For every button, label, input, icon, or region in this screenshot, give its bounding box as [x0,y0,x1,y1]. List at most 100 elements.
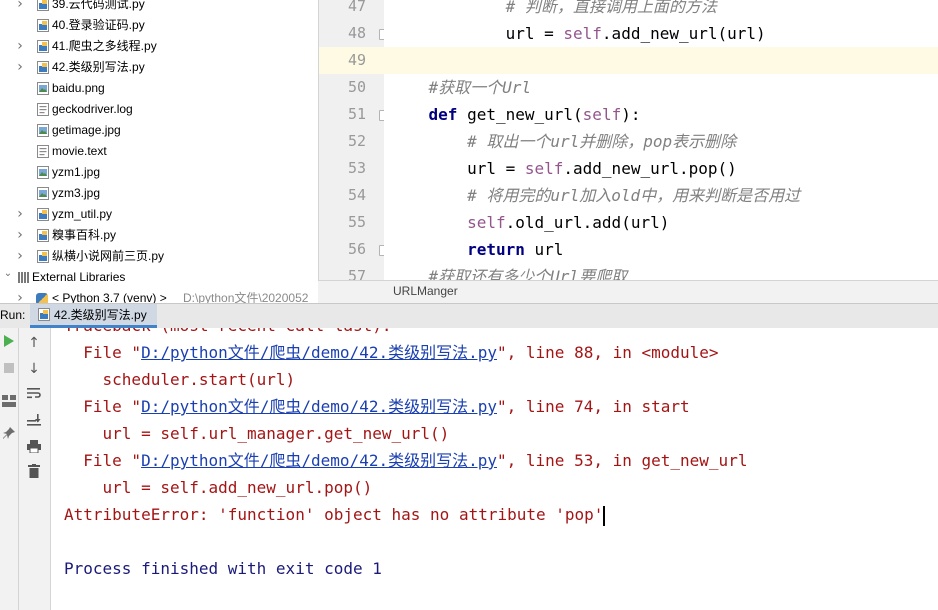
python-file-icon [37,0,49,11]
line-number: 52 [347,132,366,150]
tree-item-label: geckodriver.log [52,102,133,116]
print-icon[interactable] [25,440,43,458]
stop-icon[interactable] [0,361,18,379]
console-text: ", line 88, in <module> [497,343,719,362]
chevron-down-icon[interactable]: ⌄ [2,263,14,284]
chevron-right-icon[interactable]: › [14,57,26,78]
code-token: .add_new_url(url) [601,24,766,43]
console-text: AttributeError: 'function' object has no… [64,505,604,524]
code-line: # 将用完的url加入old中，用来判断是否用过 [390,182,938,209]
file-link[interactable]: D:/python文件/爬虫/demo/42.类级别写法.py [141,343,497,362]
tree-item-label: 41.爬虫之多线程.py [52,39,157,53]
tree-item[interactable]: › 41.爬虫之多线程.py [0,36,318,57]
tree-item-label: yzm1.jpg [52,165,101,179]
code-token: get_new_url( [457,105,583,124]
editor-gutter: 47 48 49 50 51 52 53 54 55 56 57 [318,0,390,285]
tree-item-label: 40.登录验证码.py [52,18,145,32]
up-arrow-icon[interactable]: ↑ [25,334,43,352]
console-text: ", line 74, in start [497,397,690,416]
chevron-right-icon[interactable]: › [14,246,26,267]
tree-item[interactable]: › 42.类级别写法.py [0,57,318,78]
console-line: File "D:/python文件/爬虫/demo/42.类级别写法.py", … [64,447,747,474]
code-token: # 将用完的url加入old中，用来判断是否用过 [467,186,801,205]
tree-item-label: getimage.jpg [52,123,121,137]
tree-item[interactable]: › 39.云代码测试.py [0,0,318,15]
run-console-output[interactable]: Traceback (most recent call last): File … [51,328,938,610]
code-line: # 判断，直接调用上面的方法 [390,0,938,20]
code-line: def get_new_url(self): [390,101,938,128]
run-toolbar-secondary: ↑ ↓ [19,328,51,610]
code-token: self [467,213,506,232]
console-text: ", line 53, in get_new_url [497,451,748,470]
tree-item[interactable]: › yzm_util.py [0,204,318,225]
trash-icon[interactable] [25,464,43,482]
code-line: self.old_url.add(url) [390,209,938,236]
console-line: Process finished with exit code 1 [64,555,382,582]
tree-item[interactable]: › 纵横小说网前三页.py [0,246,318,267]
run-tab[interactable]: 42.类级别写法.py [30,304,157,328]
image-file-icon [37,124,49,137]
tree-item[interactable]: getimage.jpg [0,120,318,141]
tree-item[interactable]: › 糗事百科.py [0,225,318,246]
tree-item-label: 42.类级别写法.py [52,60,145,74]
text-file-icon [37,103,49,116]
tree-item-label: movie.text [52,144,107,158]
layout-icon[interactable] [0,394,18,412]
tree-item-label: yzm3.jpg [52,186,101,200]
line-number: 50 [347,78,366,96]
code-line: url = self.add_new_url.pop() [390,155,938,182]
python-sdk-path: D:\python文件\2020052 [183,291,309,303]
tree-item[interactable]: baidu.png [0,78,318,99]
console-text: scheduler.start(url) [102,370,296,389]
down-arrow-icon[interactable]: ↓ [25,360,43,378]
image-file-icon [37,187,49,200]
pin-icon[interactable] [0,426,18,444]
file-link[interactable]: D:/python文件/爬虫/demo/42.类级别写法.py [141,451,497,470]
code-token: #获取一个Url [428,78,532,97]
soft-wrap-icon[interactable] [25,386,43,404]
file-link[interactable]: D:/python文件/爬虫/demo/42.类级别写法.py [141,397,497,416]
chevron-right-icon[interactable]: › [14,288,26,303]
image-file-icon [37,82,49,95]
run-label: Run: [0,308,26,322]
tree-item[interactable]: 40.登录验证码.py [0,15,318,36]
run-tool-window-header: Run: 42.类级别写法.py [0,303,938,329]
code-token: return [467,240,525,259]
console-text: Process finished with exit code 1 [64,559,382,578]
text-file-icon [37,145,49,158]
python-sdk-icon [36,293,48,303]
scroll-to-end-icon[interactable] [25,412,43,430]
console-line: url = self.url_manager.get_new_url() [64,420,450,447]
tree-item[interactable]: movie.text [0,141,318,162]
tree-item[interactable]: yzm1.jpg [0,162,318,183]
tree-item[interactable]: geckodriver.log [0,99,318,120]
chevron-right-icon[interactable]: › [14,0,26,15]
python-file-icon [37,40,49,53]
console-line: scheduler.start(url) [64,366,296,393]
code-line: # 取出一个url并删除，pop表示删除 [390,128,938,155]
tree-item-label: 纵横小说网前三页.py [52,249,165,263]
python-file-icon [37,250,49,263]
code-token: url = [467,159,525,178]
line-number: 47 [347,0,366,15]
line-number: 53 [347,159,366,177]
project-tree: › 39.云代码测试.py 40.登录验证码.py › 41.爬虫之多线程.py › 42.… [0,0,318,303]
editor-breadcrumb[interactable]: URLManger [318,280,938,304]
breadcrumb-class[interactable]: URLManger [393,284,458,298]
line-number: 55 [347,213,366,231]
rerun-icon[interactable] [0,334,18,352]
tree-item[interactable]: yzm3.jpg [0,183,318,204]
chevron-right-icon[interactable]: › [14,225,26,246]
line-number: 54 [347,186,366,204]
tree-item-label: 糗事百科.py [52,228,117,242]
code-line: url = self.add_new_url(url) [390,20,938,47]
code-editor[interactable]: # 判断，直接调用上面的方法 url = self.add_new_url(ur… [384,0,938,280]
console-line: File "D:/python文件/爬虫/demo/42.类级别写法.py", … [64,339,719,366]
console-text: url = self.add_new_url.pop() [102,478,373,497]
console-text: File " [83,397,142,416]
chevron-right-icon[interactable]: › [14,36,26,57]
code-token: def [428,105,458,124]
text-cursor [603,505,606,526]
chevron-right-icon[interactable]: › [14,204,26,225]
